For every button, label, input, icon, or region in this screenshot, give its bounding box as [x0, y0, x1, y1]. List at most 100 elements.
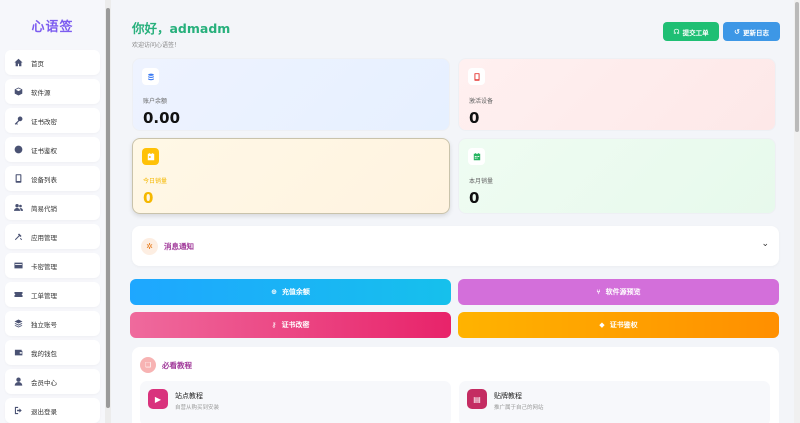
month-sales-card: 本月销量 0 [458, 138, 776, 214]
tutorials-title: 必看教程 [162, 360, 192, 370]
tutorial-site[interactable]: ▶ 站点教程 自营从购买到安装 [140, 381, 451, 423]
sidebar-item-ticket-management[interactable]: 工单管理 [5, 282, 100, 307]
tag-icon: ◆ [599, 321, 605, 329]
update-log-label: 更新日志 [742, 28, 769, 37]
submit-ticket-label: 提交工单 [682, 28, 709, 37]
activated-devices-label: 激活设备 [469, 98, 494, 105]
sidebar-item-independent-account[interactable]: 独立账号 [5, 311, 100, 336]
cert-password-button[interactable]: ⚷ 证书改密 [130, 312, 451, 338]
logout-icon [14, 406, 23, 415]
layers-icon [14, 319, 23, 328]
sidebar-item-software-source[interactable]: 软件源 [5, 79, 100, 104]
key-icon [14, 116, 23, 125]
sidebar-item-label: 设备列表 [31, 175, 57, 184]
greeting-block: 你好，admadm 欢迎访问心语签！ [132, 18, 230, 49]
balance-value: 0.00 [143, 109, 181, 127]
sidebar-nav: 首页 软件源 证书改密 证书鉴权 设备列表 简易代销 应用管理 卡密管理 工单管… [0, 50, 105, 423]
calendar-day-icon [142, 148, 159, 165]
cert-auth-label: 证书鉴权 [609, 321, 638, 329]
notice-panel[interactable]: ✲ 消息通知 ⌄ [132, 226, 779, 266]
user-icon [14, 377, 23, 386]
sidebar-item-logout[interactable]: 退出登录 [5, 398, 100, 423]
sidebar-item-simple-resale[interactable]: 简易代销 [5, 195, 100, 220]
sidebar: 心语签 首页 软件源 证书改密 证书鉴权 设备列表 简易代销 应用管理 卡密管理… [0, 0, 105, 423]
mobile-icon [468, 68, 485, 85]
tutorial-title: 站点教程 [175, 392, 203, 400]
month-sales-label: 本月销量 [469, 178, 494, 185]
sidebar-item-label: 简易代销 [31, 204, 57, 213]
sidebar-item-card-management[interactable]: 卡密管理 [5, 253, 100, 278]
calendar-icon [468, 148, 485, 165]
sidebar-scrollbar[interactable] [105, 0, 111, 423]
tutorial-desc: 自营从购买到安装 [175, 405, 220, 411]
store-icon: ▤ [467, 389, 487, 409]
branch-icon: ⑂ [596, 288, 601, 296]
sidebar-item-label: 证书鉴权 [31, 146, 57, 155]
plus-circle-icon: ⊕ [271, 288, 277, 296]
sidebar-item-cert-password[interactable]: 证书改密 [5, 108, 100, 133]
today-sales-value: 0 [143, 189, 154, 207]
gear-icon: ✲ [141, 237, 158, 255]
activated-devices-card: 激活设备 0 [458, 58, 776, 131]
chevron-down-icon[interactable]: ⌄ [761, 239, 769, 249]
sidebar-item-label: 工单管理 [31, 291, 57, 300]
scrollbar-thumb[interactable] [106, 8, 110, 408]
history-icon: ↺ [734, 27, 740, 36]
sidebar-item-cert-auth[interactable]: 证书鉴权 [5, 137, 100, 162]
coins-icon [142, 68, 159, 85]
cert-auth-button[interactable]: ◆ 证书鉴权 [458, 312, 779, 338]
today-sales-label: 今日销量 [143, 178, 168, 185]
main-content: 你好，admadm 欢迎访问心语签！ ☊ 提交工单 ↺ 更新日志 账户余额 0.… [112, 0, 794, 423]
submit-ticket-button[interactable]: ☊ 提交工单 [663, 22, 719, 41]
sidebar-item-label: 应用管理 [31, 233, 57, 242]
activated-devices-value: 0 [469, 109, 480, 127]
tutorial-branding[interactable]: ▤ 贴牌教程 推广属于自己的网站 [459, 381, 770, 423]
tools-icon [14, 232, 23, 241]
recharge-button[interactable]: ⊕ 充值余额 [130, 279, 451, 305]
tutorials-panel: ❏ 必看教程 ▶ 站点教程 自营从购买到安装 ▤ 贴牌教程 推广属于自己的网站 [132, 347, 779, 423]
notice-title: 消息通知 [164, 241, 194, 251]
key-icon: ⚷ [271, 321, 277, 329]
book-icon: ❏ [140, 357, 156, 373]
tutorial-desc: 推广属于自己的网站 [494, 405, 544, 411]
page-scrollbar[interactable] [794, 0, 800, 423]
sidebar-item-label: 退出登录 [31, 407, 57, 416]
greeting-subtitle: 欢迎访问心语签！ [132, 42, 181, 49]
sidebar-item-label: 证书改密 [31, 117, 57, 126]
sidebar-item-label: 会员中心 [31, 378, 57, 387]
sidebar-item-my-wallet[interactable]: 我的钱包 [5, 340, 100, 365]
ticket-icon [14, 290, 23, 299]
software-preview-label: 软件源预览 [605, 288, 641, 296]
headset-icon: ☊ [673, 27, 680, 36]
tutorial-title: 贴牌教程 [494, 392, 522, 400]
sidebar-item-label: 首页 [31, 59, 44, 68]
wallet-icon [14, 348, 23, 357]
users-icon [14, 203, 23, 212]
balance-card: 账户余额 0.00 [132, 58, 450, 131]
greeting-title: 你好，admadm [132, 21, 231, 36]
card-icon [14, 261, 23, 270]
month-sales-value: 0 [469, 189, 480, 207]
balance-label: 账户余额 [143, 98, 168, 105]
cube-icon [14, 87, 23, 96]
sidebar-item-label: 卡密管理 [31, 262, 57, 271]
sidebar-item-label: 独立账号 [31, 320, 57, 329]
today-sales-card[interactable]: 今日销量 0 [132, 138, 450, 214]
circle-icon [14, 145, 23, 154]
sidebar-item-member-center[interactable]: 会员中心 [5, 369, 100, 394]
sidebar-item-device-list[interactable]: 设备列表 [5, 166, 100, 191]
mobile-icon [14, 174, 23, 183]
sidebar-item-label: 软件源 [31, 88, 51, 97]
tutorials-header: ❏ 必看教程 [140, 357, 192, 373]
play-icon: ▶ [148, 389, 168, 409]
scrollbar-thumb[interactable] [795, 2, 799, 132]
recharge-label: 充值余额 [281, 288, 310, 296]
software-preview-button[interactable]: ⑂ 软件源预览 [458, 279, 779, 305]
sidebar-item-home[interactable]: 首页 [5, 50, 100, 75]
update-log-button[interactable]: ↺ 更新日志 [723, 22, 780, 41]
sidebar-item-label: 我的钱包 [31, 349, 57, 358]
cert-password-label: 证书改密 [281, 321, 310, 329]
home-icon [14, 58, 23, 67]
sidebar-item-app-management[interactable]: 应用管理 [5, 224, 100, 249]
app-logo[interactable]: 心语签 [0, 0, 105, 50]
